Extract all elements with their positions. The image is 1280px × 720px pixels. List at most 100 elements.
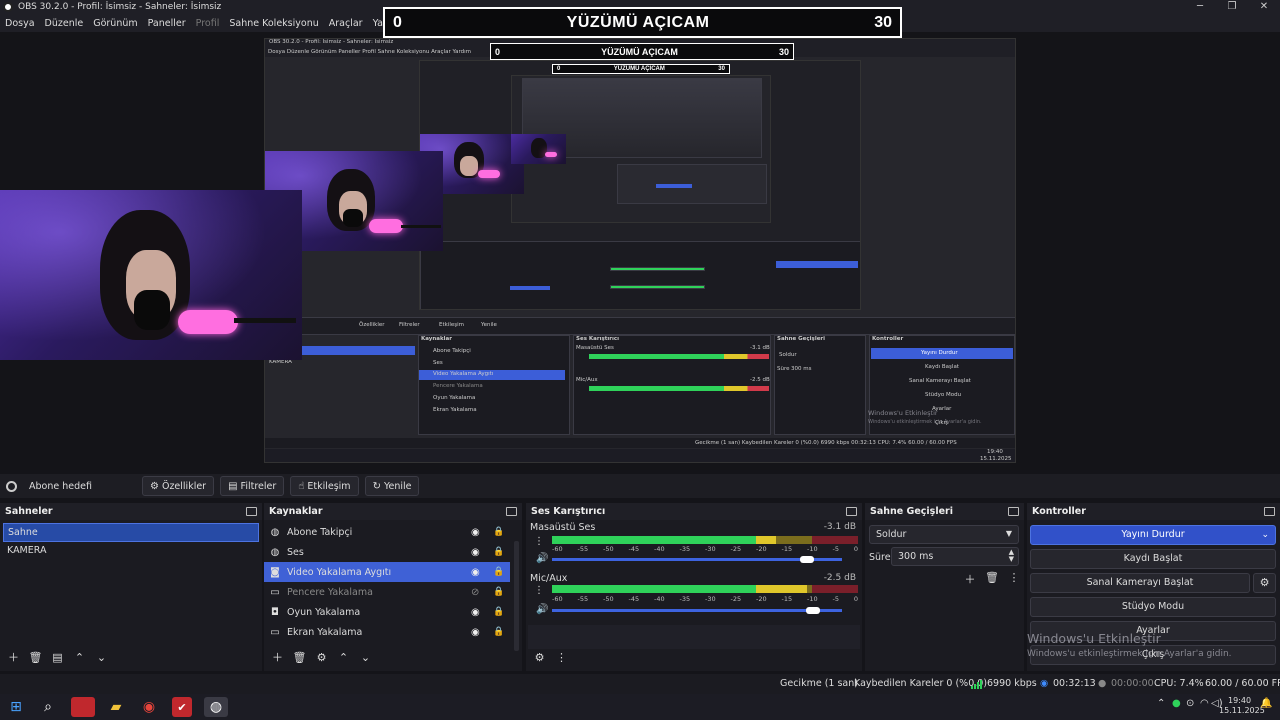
add-icon[interactable]: ＋ — [4, 651, 23, 665]
app-red-square-icon[interactable]: ✔ — [172, 697, 192, 717]
eye-icon[interactable]: ◉ — [471, 547, 480, 558]
app-red-icon[interactable] — [71, 697, 95, 717]
location-icon[interactable]: ⊙ — [1186, 698, 1194, 709]
fader-knob[interactable] — [806, 607, 820, 614]
scene-item-kamera[interactable]: KAMERA — [3, 542, 259, 561]
meter-tick-label: -10 — [807, 545, 818, 553]
duration-input[interactable]: 300 ms ▲ ▼ — [891, 547, 1019, 566]
notification-bell-icon[interactable]: 🔔 — [1260, 698, 1272, 709]
eye-icon[interactable]: ◉ — [471, 567, 480, 578]
virtual-camera-settings-icon[interactable]: ⚙ — [1253, 573, 1276, 593]
source-item[interactable]: ▭ Pencere Yakalama ⊘ 🔒 — [264, 582, 522, 602]
eye-icon[interactable]: ◉ — [471, 607, 480, 618]
maximize-button[interactable]: ❐ — [1216, 0, 1248, 14]
nested-score-title: YÜZÜMÜ AÇICAM — [601, 46, 678, 57]
move-down-icon[interactable]: ⌄ — [92, 651, 111, 665]
gear-icon[interactable]: ⚙ — [312, 651, 331, 665]
close-button[interactable]: ✕ — [1248, 0, 1280, 14]
sources-scrollbar[interactable] — [514, 541, 519, 651]
scene-item-sahne[interactable]: Sahne — [3, 523, 259, 542]
lock-icon[interactable]: 🔒 — [493, 567, 504, 577]
preview-canvas[interactable]: OBS 30.2.0 - Profil: İsimsiz - Sahneler:… — [0, 32, 1280, 470]
nested-trans-dur: 300 ms — [791, 366, 812, 372]
source-item[interactable]: ◍ Abone Takipçi ◉ 🔒 — [264, 522, 522, 542]
folder-icon[interactable]: ▰ — [106, 697, 126, 717]
nested-src-0: Abone Takipçi — [433, 348, 471, 354]
menu-scene-collection[interactable]: Sahne Koleksiyonu — [224, 18, 323, 29]
menu-file[interactable]: Dosya — [0, 18, 40, 29]
add-icon[interactable]: ＋ — [268, 651, 287, 665]
refresh-button[interactable]: ↻ Yenile — [364, 476, 420, 496]
nested-camera-4 — [511, 134, 566, 164]
lock-icon[interactable]: 🔒 — [493, 627, 504, 637]
minimize-button[interactable]: ─ — [1184, 0, 1216, 14]
move-down-icon[interactable]: ⌄ — [356, 651, 375, 665]
meter-tick-label: -15 — [781, 595, 793, 603]
chevron-down-icon[interactable]: ⌄ — [1261, 526, 1269, 544]
start-recording-button[interactable]: Kaydı Başlat — [1030, 549, 1276, 569]
eye-icon[interactable]: ◉ — [471, 627, 480, 638]
menu-view[interactable]: Görünüm — [88, 18, 142, 29]
menu-tools[interactable]: Araçlar — [324, 18, 368, 29]
tray-chevron-icon[interactable]: ⌃ — [1157, 698, 1165, 709]
windows-start-icon[interactable]: ⊞ — [6, 697, 26, 717]
filter-icon[interactable]: ▤ — [48, 651, 67, 665]
menu-docks[interactable]: Paneller — [143, 18, 191, 29]
spinner-icon[interactable]: ▲ ▼ — [1009, 549, 1014, 563]
properties-button[interactable]: ⚙ Özellikler — [142, 476, 215, 496]
filters-button[interactable]: ▤ Filtreler — [220, 476, 285, 496]
nested2-docks — [420, 241, 860, 309]
gear-icon[interactable]: ⚙ — [530, 651, 549, 665]
search-icon[interactable]: ⌕ — [38, 697, 58, 717]
clock-date[interactable]: 15.11.2025 — [1219, 706, 1265, 715]
speaker-icon[interactable]: 🔊 — [536, 553, 548, 564]
kebab-menu-icon[interactable]: ⋮ — [534, 585, 544, 596]
move-up-icon[interactable]: ⌃ — [334, 651, 353, 665]
meter-level-green — [552, 585, 756, 593]
trash-icon[interactable]: 🗑 — [26, 651, 45, 665]
interact-button[interactable]: ☝ Etkileşim — [290, 476, 359, 496]
browser-source-icon — [6, 480, 17, 492]
source-item-selected[interactable]: ◙ Video Yakalama Aygıtı ◉ 🔒 — [264, 562, 510, 582]
obs-taskbar-icon[interactable]: ◍ — [204, 697, 228, 717]
meter-tick-label: -30 — [705, 595, 716, 603]
kebab-menu-icon[interactable]: ⋮ — [552, 651, 571, 665]
undock-icon[interactable] — [506, 507, 517, 516]
kebab-menu-icon[interactable]: ⋮ — [1003, 571, 1025, 587]
wifi-icon[interactable]: ◠ — [1200, 698, 1209, 709]
clock-time[interactable]: 19:40 — [1228, 696, 1251, 705]
menu-edit[interactable]: Düzenle — [40, 18, 89, 29]
undock-icon[interactable] — [246, 507, 257, 516]
move-up-icon[interactable]: ⌃ — [70, 651, 89, 665]
studio-mode-button[interactable]: Stüdyo Modu — [1030, 597, 1276, 617]
add-icon[interactable]: ＋ — [959, 571, 981, 587]
undock-icon[interactable] — [1264, 507, 1275, 516]
source-item[interactable]: ▭ Ekran Yakalama ◉ 🔒 — [264, 622, 522, 642]
menu-profile[interactable]: Profil — [191, 18, 225, 29]
lock-icon[interactable]: 🔒 — [493, 547, 504, 557]
chrome-icon[interactable]: ◉ — [139, 697, 159, 717]
fader-knob[interactable] — [800, 556, 815, 563]
volume-fader[interactable] — [552, 609, 842, 612]
eye-icon[interactable]: ◉ — [471, 527, 480, 538]
volume-fader[interactable] — [552, 558, 842, 561]
speaker-icon[interactable]: 🔊 — [536, 604, 548, 615]
source-item[interactable]: ◘ Oyun Yakalama ◉ 🔒 — [264, 602, 522, 622]
trash-icon[interactable]: 🗑 — [290, 651, 309, 665]
lock-icon[interactable]: 🔒 — [493, 527, 504, 537]
undock-icon[interactable] — [846, 507, 857, 516]
lock-icon[interactable]: 🔒 — [493, 607, 504, 617]
mic-icon[interactable]: ● — [1172, 698, 1181, 709]
trash-icon[interactable]: 🗑 — [981, 571, 1003, 587]
start-virtual-camera-button[interactable]: Sanal Kamerayı Başlat — [1030, 573, 1250, 593]
cam-face — [460, 156, 478, 176]
eye-hidden-icon[interactable]: ⊘ — [471, 587, 479, 598]
lock-icon[interactable]: 🔒 — [493, 587, 504, 597]
stop-streaming-button[interactable]: Yayını Durdur ⌄ — [1030, 525, 1276, 545]
monitor-icon: ▭ — [270, 626, 280, 638]
source-item[interactable]: ◍ Ses ◉ 🔒 — [264, 542, 522, 562]
transition-select[interactable]: Soldur ▼ — [869, 525, 1019, 544]
undock-icon[interactable] — [1008, 507, 1019, 516]
controls-dock-header: Kontroller — [1027, 503, 1280, 520]
kebab-menu-icon[interactable]: ⋮ — [534, 536, 544, 547]
